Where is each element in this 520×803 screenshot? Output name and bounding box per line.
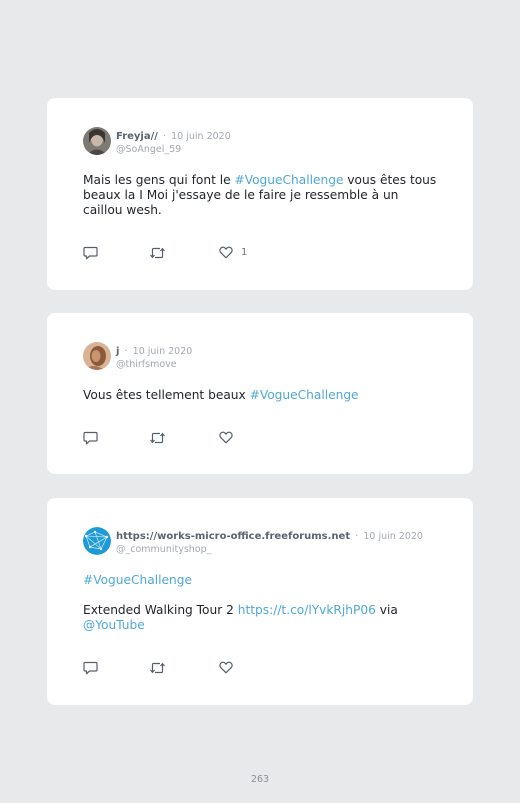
reply-button[interactable] [83, 246, 98, 260]
tweet-date[interactable]: 10 juin 2020 [133, 346, 193, 357]
tweet-actions [83, 431, 303, 447]
mention-link[interactable]: @YouTube [83, 618, 145, 632]
tweet-card: https://works-micro-office.freeforums.ne… [47, 498, 473, 705]
tweet-text: #VogueChallenge Extended Walking Tour 2 … [83, 573, 439, 633]
tweet-header: Freyja// · 10 juin 2020 @SoAngel_59 [116, 127, 231, 156]
text-segment: Mais les gens qui font le [83, 173, 235, 187]
retweet-icon [150, 247, 165, 259]
separator: · [124, 346, 128, 357]
retweet-button[interactable] [149, 661, 166, 675]
retweet-button[interactable] [149, 431, 166, 445]
tweet-card: Freyja// · 10 juin 2020 @SoAngel_59 Mais… [47, 98, 473, 290]
like-button[interactable]: 1 [219, 246, 247, 259]
heart-icon [219, 431, 233, 444]
like-count: 1 [241, 247, 248, 258]
tweet-actions [83, 661, 303, 677]
url-link[interactable]: https://t.co/lYvkRjhP06 [238, 603, 376, 617]
tweet-date[interactable]: 10 juin 2020 [171, 131, 231, 142]
retweet-button[interactable] [149, 246, 166, 260]
hashtag-link[interactable]: #VogueChallenge [83, 573, 192, 587]
author-handle[interactable]: @SoAngel_59 [116, 143, 231, 156]
author-handle[interactable]: @thirfsmove [116, 358, 192, 371]
page-number: 263 [250, 774, 270, 785]
tweet-card: j · 10 juin 2020 @thirfsmove Vous êtes t… [47, 313, 473, 474]
avatar[interactable] [83, 527, 111, 555]
reply-icon [83, 661, 98, 675]
retweet-icon [150, 432, 165, 444]
reply-icon [83, 246, 98, 260]
tweet-date[interactable]: 10 juin 2020 [363, 531, 423, 542]
hashtag-link[interactable]: #VogueChallenge [235, 173, 344, 187]
tweet-text: Vous êtes tellement beaux #VogueChalleng… [83, 388, 439, 403]
author-name[interactable]: j [116, 346, 119, 357]
separator: · [355, 531, 359, 542]
reply-button[interactable] [83, 431, 98, 445]
like-button[interactable] [219, 661, 233, 674]
avatar[interactable] [83, 342, 111, 370]
retweet-icon [150, 662, 165, 674]
author-handle[interactable]: @_communityshop_ [116, 543, 423, 556]
tweet-actions: 1 [83, 246, 303, 262]
author-name[interactable]: Freyja// [116, 131, 158, 142]
heart-icon [219, 661, 233, 674]
tweet-header: https://works-micro-office.freeforums.ne… [116, 527, 423, 556]
separator: · [163, 131, 167, 142]
tweet-text: Mais les gens qui font le #VogueChalleng… [83, 173, 439, 218]
text-segment: via [375, 603, 398, 617]
heart-icon [219, 246, 233, 259]
like-button[interactable] [219, 431, 233, 444]
reply-icon [83, 431, 98, 445]
text-segment: Vous êtes tellement beaux [83, 388, 250, 402]
tweet-header: j · 10 juin 2020 @thirfsmove [116, 342, 192, 371]
hashtag-link[interactable]: #VogueChallenge [250, 388, 359, 402]
text-segment: Extended Walking Tour 2 [83, 603, 238, 617]
reply-button[interactable] [83, 661, 98, 675]
avatar[interactable] [83, 127, 111, 155]
author-name[interactable]: https://works-micro-office.freeforums.ne… [116, 531, 350, 542]
